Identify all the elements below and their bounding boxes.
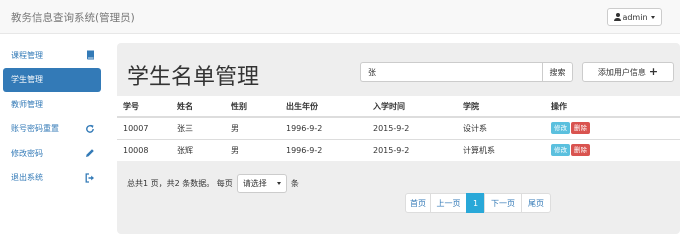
column-header: 出生年份 — [280, 96, 367, 118]
table-row: 10007 张三 男 1996-9-2 2015-9-2 设计系 修改 删除 — [117, 116, 680, 139]
search-input[interactable] — [360, 62, 542, 82]
sidebar-item-label: 退出系统 — [11, 173, 43, 183]
column-header: 姓名 — [171, 96, 225, 118]
user-icon — [614, 13, 622, 21]
cell-student-id: 10007 — [117, 116, 171, 139]
column-header: 性别 — [225, 96, 280, 118]
sidebar-item-label: 学生管理 — [11, 75, 43, 85]
student-table-container: 学号 姓名 性别 出生年份 入学时间 学院 操作 10007 张三 男 1996… — [117, 96, 680, 161]
cell-college: 计算机系 — [457, 138, 545, 161]
delete-button[interactable]: 删除 — [571, 122, 590, 135]
top-navbar: 教务信息查询系统(管理员) admin — [0, 0, 680, 34]
sidebar-item-student-management[interactable]: 学生管理 — [3, 67, 101, 92]
sidebar-item-label: 课程管理 — [11, 50, 43, 60]
cell-name: 张辉 — [171, 138, 225, 161]
add-user-label: 添加用户信息 — [597, 67, 646, 77]
sidebar-item-label: 修改密码 — [11, 148, 43, 158]
column-header: 学院 — [457, 96, 545, 118]
column-header: 学号 — [117, 96, 171, 118]
add-user-button[interactable]: 添加用户信息 + — [582, 62, 674, 82]
sidebar: 课程管理 学生管理 教师管理 账号密码重置 修改密码 退出系统 — [3, 43, 101, 190]
pagination: 首页 上一页 1 下一页 尾页 — [405, 193, 551, 213]
cell-actions: 修改 删除 — [545, 138, 680, 161]
column-header: 入学时间 — [367, 96, 457, 118]
cell-birth-year: 1996-9-2 — [280, 116, 367, 139]
sidebar-item-teacher-management[interactable]: 教师管理 — [3, 92, 101, 117]
sidebar-item-label: 教师管理 — [11, 99, 43, 109]
page-first-button[interactable]: 首页 — [405, 193, 431, 213]
user-menu-button[interactable]: admin — [607, 8, 662, 26]
caret-down-icon — [650, 15, 655, 19]
logout-icon — [85, 172, 95, 183]
cell-enroll-date: 2015-9-2 — [367, 138, 457, 161]
pagination-summary: 总共1 页，共2 条数据。 每页 请选择 条 — [127, 174, 299, 193]
search-button[interactable]: 搜索 — [542, 62, 573, 82]
edit-button[interactable]: 修改 — [551, 122, 570, 135]
sidebar-item-label: 账号密码重置 — [11, 124, 59, 134]
sidebar-item-course-management[interactable]: 课程管理 — [3, 43, 101, 68]
summary-text: 总共1 页，共2 条数据。 每页 — [127, 179, 233, 188]
sidebar-item-password-reset[interactable]: 账号密码重置 — [3, 117, 101, 142]
student-table: 学号 姓名 性别 出生年份 入学时间 学院 操作 10007 张三 男 1996… — [117, 96, 680, 161]
summary-suffix: 条 — [290, 179, 299, 188]
cell-student-id: 10008 — [117, 138, 171, 161]
cell-birth-year: 1996-9-2 — [280, 138, 367, 161]
plus-icon: + — [648, 65, 659, 78]
sidebar-item-change-password[interactable]: 修改密码 — [3, 141, 101, 166]
cell-gender: 男 — [225, 116, 280, 139]
table-header-row: 学号 姓名 性别 出生年份 入学时间 学院 操作 — [117, 96, 680, 118]
page-prev-button[interactable]: 上一页 — [430, 193, 467, 213]
page-last-button[interactable]: 尾页 — [521, 193, 551, 213]
cell-college: 设计系 — [457, 116, 545, 139]
book-icon — [85, 50, 95, 60]
page-current-button[interactable]: 1 — [466, 193, 485, 213]
refresh-icon — [85, 124, 95, 134]
column-header: 操作 — [545, 96, 680, 118]
app-brand[interactable]: 教务信息查询系统(管理员) — [11, 10, 135, 25]
page-size-select[interactable]: 请选择 — [236, 174, 287, 193]
page-title: 学生名单管理 — [127, 65, 260, 90]
pencil-icon — [85, 148, 95, 158]
delete-button[interactable]: 删除 — [571, 144, 590, 157]
chevron-down-icon — [276, 182, 281, 185]
page-size-value: 请选择 — [242, 179, 267, 188]
sidebar-item-logout[interactable]: 退出系统 — [3, 166, 101, 191]
cell-actions: 修改 删除 — [545, 116, 680, 139]
table-row: 10008 张辉 男 1996-9-2 2015-9-2 计算机系 修改 删除 — [117, 138, 680, 161]
user-menu-label: admin — [622, 12, 648, 22]
page-next-button[interactable]: 下一页 — [484, 193, 522, 213]
cell-name: 张三 — [171, 116, 225, 139]
cell-enroll-date: 2015-9-2 — [367, 116, 457, 139]
edit-button[interactable]: 修改 — [551, 144, 570, 157]
cell-gender: 男 — [225, 138, 280, 161]
